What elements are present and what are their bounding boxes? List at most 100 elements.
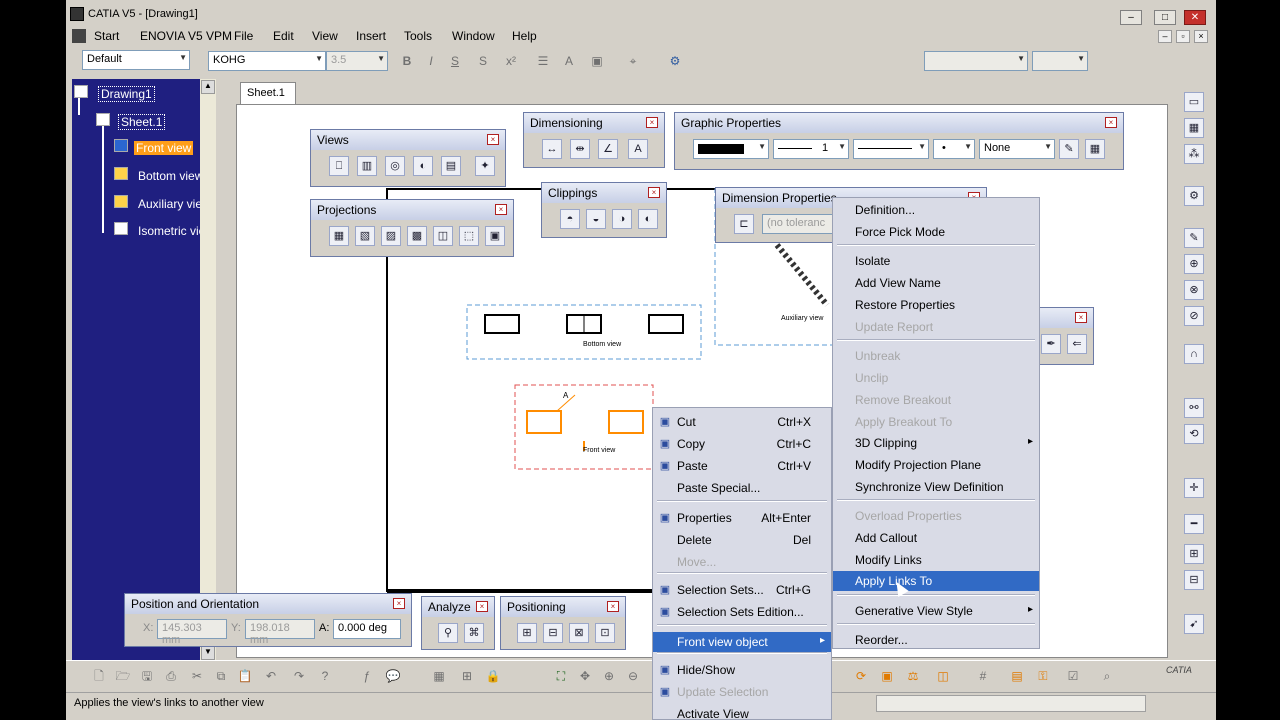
pointer-icon[interactable]: ➹ <box>1184 614 1204 634</box>
menu-start[interactable]: Start <box>94 29 119 43</box>
right-combo-2[interactable]: ▼ <box>1032 51 1088 71</box>
menu-insert[interactable]: Insert <box>356 29 386 43</box>
pan-icon[interactable]: ✥ <box>576 667 594 685</box>
context-menu-item[interactable]: Activate View <box>653 704 831 720</box>
text-frame-icon[interactable]: A <box>560 52 578 70</box>
point-dropdown[interactable]: • ▼ <box>933 139 975 159</box>
search-icon[interactable]: ⌕ <box>1098 667 1116 685</box>
axis-icon[interactable]: ✛ <box>1184 478 1204 498</box>
close-icon[interactable]: × <box>648 187 660 198</box>
submenu-item[interactable]: Unbreak <box>833 346 1039 366</box>
auxiliary-view-icon[interactable]: ◫ <box>433 226 453 246</box>
color-dropdown[interactable]: ▼ <box>693 139 769 159</box>
detail-view-icon[interactable]: ◎ <box>385 156 405 176</box>
dimensions-icon[interactable]: ↔ <box>542 139 562 159</box>
help-icon[interactable]: ? <box>316 667 334 685</box>
close-icon[interactable]: × <box>1075 312 1087 323</box>
close-icon[interactable]: × <box>607 601 619 612</box>
projection-view-icon[interactable]: ▩ <box>407 226 427 246</box>
paste-icon[interactable]: 📋 <box>236 667 254 685</box>
strikethrough-icon[interactable]: S <box>474 52 492 70</box>
snap-icon[interactable]: ⚙ <box>666 52 684 70</box>
partial-toolbar-header[interactable]: × <box>1037 308 1093 328</box>
style-dropdown[interactable]: Default ▼ <box>82 50 190 70</box>
tab-sheet1[interactable]: Sheet.1 <box>240 82 296 104</box>
text-dimension-icon[interactable]: A <box>628 139 648 159</box>
scroll-down-button[interactable]: ▼ <box>201 646 215 660</box>
context-menu-item[interactable]: ▣ Properties Alt+Enter <box>653 508 831 528</box>
submenu-item[interactable]: 3D Clipping <box>833 433 1039 453</box>
sketch-icon[interactable]: ✎ <box>1184 228 1204 248</box>
context-menu-item[interactable]: ▣ Update Selection <box>653 682 831 702</box>
table-icon[interactable]: ▦ <box>430 667 448 685</box>
fit-all-icon[interactable]: ⛶ <box>552 667 570 685</box>
ruler-icon[interactable]: ━ <box>1184 514 1204 534</box>
filter-icon[interactable]: ⊘ <box>1184 306 1204 326</box>
context-menu-item[interactable]: Delete Del <box>653 530 831 550</box>
dimension-type-icon[interactable]: ⊏ <box>734 214 754 234</box>
submenu-item[interactable]: Isolate <box>833 251 1039 271</box>
analyze-toolbar-header[interactable]: Analyze × <box>422 597 494 617</box>
analysis-icon[interactable]: ⁂ <box>1184 144 1204 164</box>
menu-edit[interactable]: Edit <box>273 29 294 43</box>
analyze-icon-2[interactable]: ⌘ <box>464 623 484 643</box>
unfolded-view-icon[interactable]: ▧ <box>355 226 375 246</box>
menu-window[interactable]: Window <box>452 29 495 43</box>
submenu-item[interactable]: Add View Name <box>833 273 1039 293</box>
tree-expand-icon[interactable]: ⊞ <box>458 667 476 685</box>
close-icon[interactable]: × <box>487 134 499 145</box>
clipping-view-icon[interactable]: ◐ <box>413 156 433 176</box>
annotation-icon[interactable]: 💬 <box>384 667 402 685</box>
maximize-button[interactable]: □ <box>1154 10 1176 25</box>
tree-sheet1[interactable]: Sheet.1 <box>118 114 166 130</box>
doc-minimize-button[interactable]: – <box>1158 30 1172 43</box>
font-size-dropdown[interactable]: 3.5 ▼ <box>326 51 388 71</box>
close-icon[interactable]: × <box>393 598 405 609</box>
doc-close-button[interactable]: × <box>1194 30 1208 43</box>
quick-clip-icon[interactable]: ◑ <box>612 209 632 229</box>
grid-toggle-icon[interactable]: # <box>974 667 992 685</box>
analyze-icon-1[interactable]: ⚲ <box>438 623 458 643</box>
copy-icon[interactable]: ⧉ <box>212 667 230 685</box>
frame-icon[interactable]: ▤ <box>1008 667 1026 685</box>
tree-drawing1[interactable]: Drawing1 <box>98 86 155 102</box>
close-icon[interactable]: × <box>476 601 488 612</box>
align-views-icon-3[interactable]: ⊠ <box>569 623 589 643</box>
context-menu-item[interactable]: ▣ Paste Ctrl+V <box>653 456 831 476</box>
submenu-item[interactable]: Modify Projection Plane <box>833 455 1039 475</box>
italic-button[interactable]: I <box>422 52 440 70</box>
tree-front-view[interactable]: Front view <box>134 141 194 155</box>
context-menu-item[interactable]: ▣ Hide/Show <box>653 660 831 680</box>
print-icon[interactable]: ⎙ <box>162 667 180 685</box>
clippings-toolbar-header[interactable]: Clippings × <box>542 183 666 203</box>
update-icon[interactable]: ⟳ <box>852 667 870 685</box>
generative-icon[interactable]: ▣ <box>878 667 896 685</box>
submenu-item[interactable]: Generative View Style <box>833 601 1039 621</box>
pen-icon[interactable]: ✒ <box>1041 334 1061 354</box>
new-icon[interactable]: 🗋 <box>90 667 108 685</box>
painter-icon[interactable]: ✎ <box>1059 139 1079 159</box>
views-toolbar-header[interactable]: Views × <box>311 130 505 150</box>
close-icon[interactable]: × <box>495 204 507 215</box>
context-menu-item[interactable]: Move... <box>653 552 831 572</box>
open-icon[interactable]: 🗁 <box>114 667 132 685</box>
submenu-item[interactable]: Force Pick Mode <box>833 222 1039 242</box>
graphic-properties-toolbar-header[interactable]: Graphic Properties × <box>675 113 1123 133</box>
submenu-item[interactable]: Overload Properties <box>833 506 1039 526</box>
close-icon[interactable]: × <box>646 117 658 128</box>
submenu-item[interactable]: Reorder... <box>833 630 1039 650</box>
superscript-icon[interactable]: x² <box>502 52 520 70</box>
weld-icon[interactable]: ◫ <box>934 667 952 685</box>
redo-icon[interactable]: ↷ <box>290 667 308 685</box>
submenu-item[interactable]: Apply Breakout To <box>833 412 1039 432</box>
angle-input[interactable]: 0.000 deg <box>333 619 401 639</box>
isometric-view-icon[interactable]: ⬚ <box>459 226 479 246</box>
context-menu-item[interactable]: ▣ Selection Sets Edition... <box>653 602 831 622</box>
front-view-icon[interactable]: ⎕ <box>329 156 349 176</box>
linewidth-dropdown[interactable]: 1 ▼ <box>773 139 849 159</box>
rules-icon[interactable]: ⚖ <box>904 667 922 685</box>
anchor-icon[interactable]: ⌖ <box>624 52 642 70</box>
scroll-up-button[interactable]: ▲ <box>201 80 215 94</box>
table-icon-2[interactable]: ⊟ <box>1184 570 1204 590</box>
undo-icon[interactable]: ↶ <box>262 667 280 685</box>
